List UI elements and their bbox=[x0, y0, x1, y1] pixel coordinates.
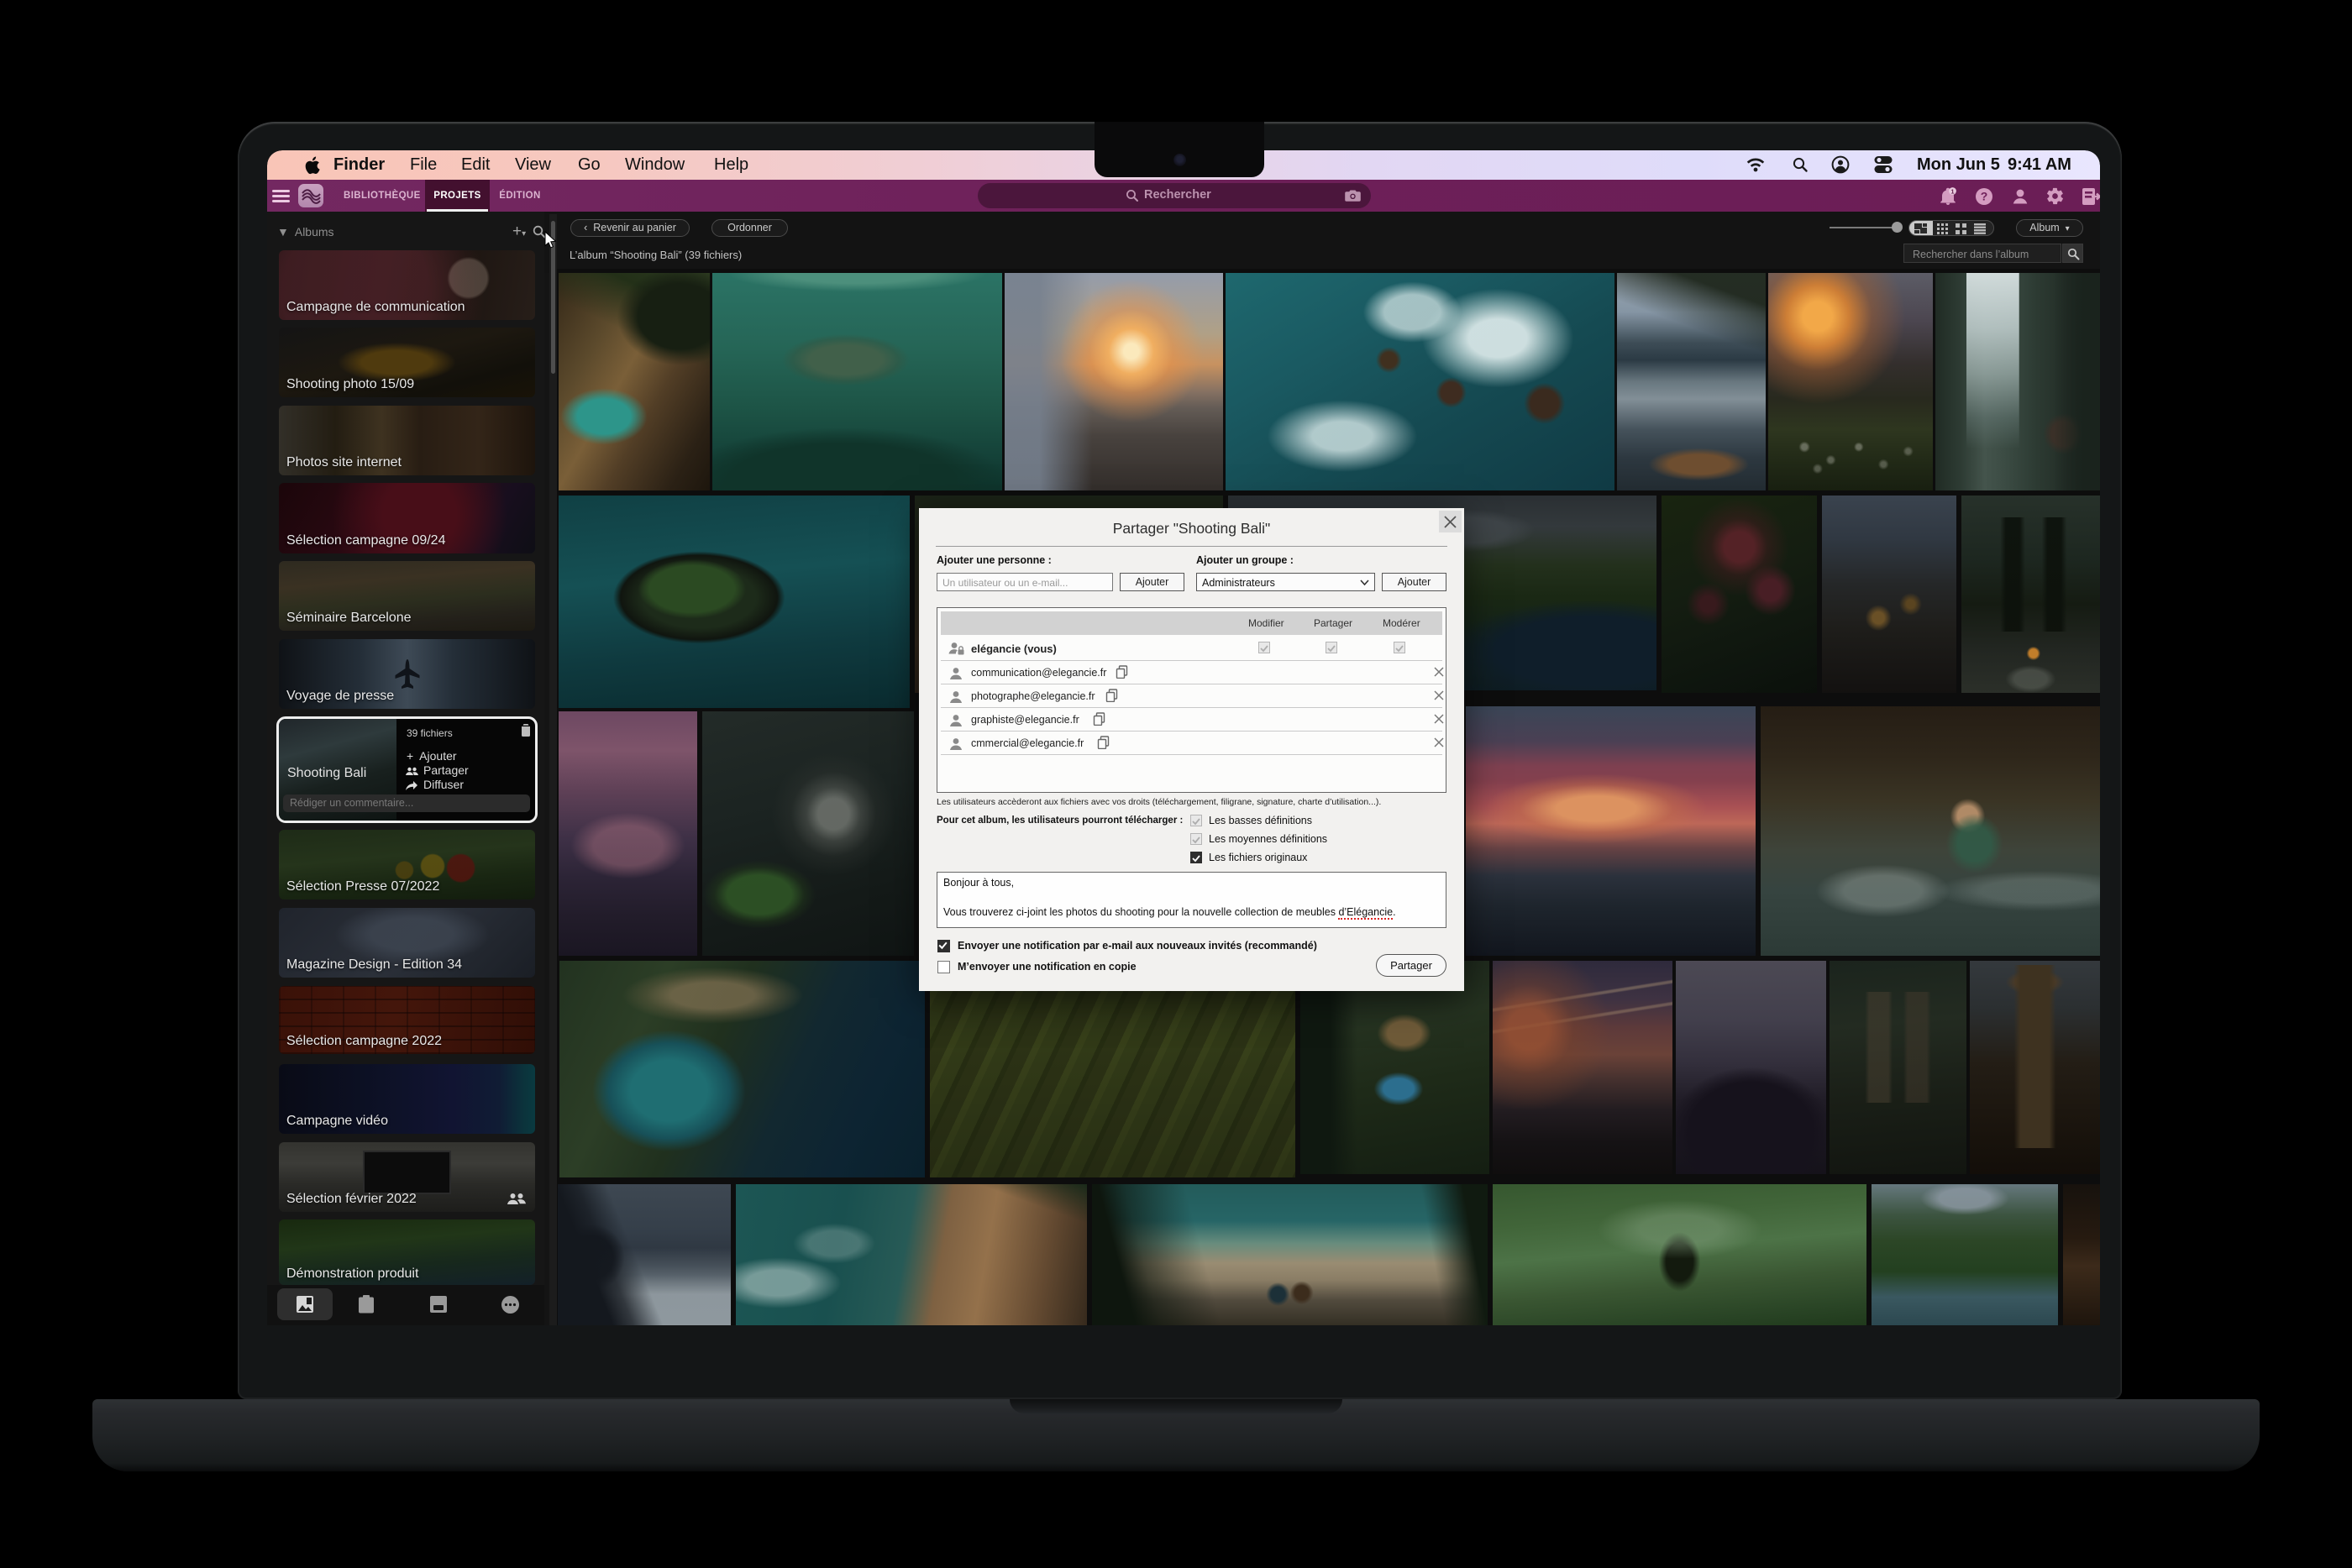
svg-text:1: 1 bbox=[1950, 187, 1954, 195]
svg-text:?: ? bbox=[1981, 190, 1988, 203]
